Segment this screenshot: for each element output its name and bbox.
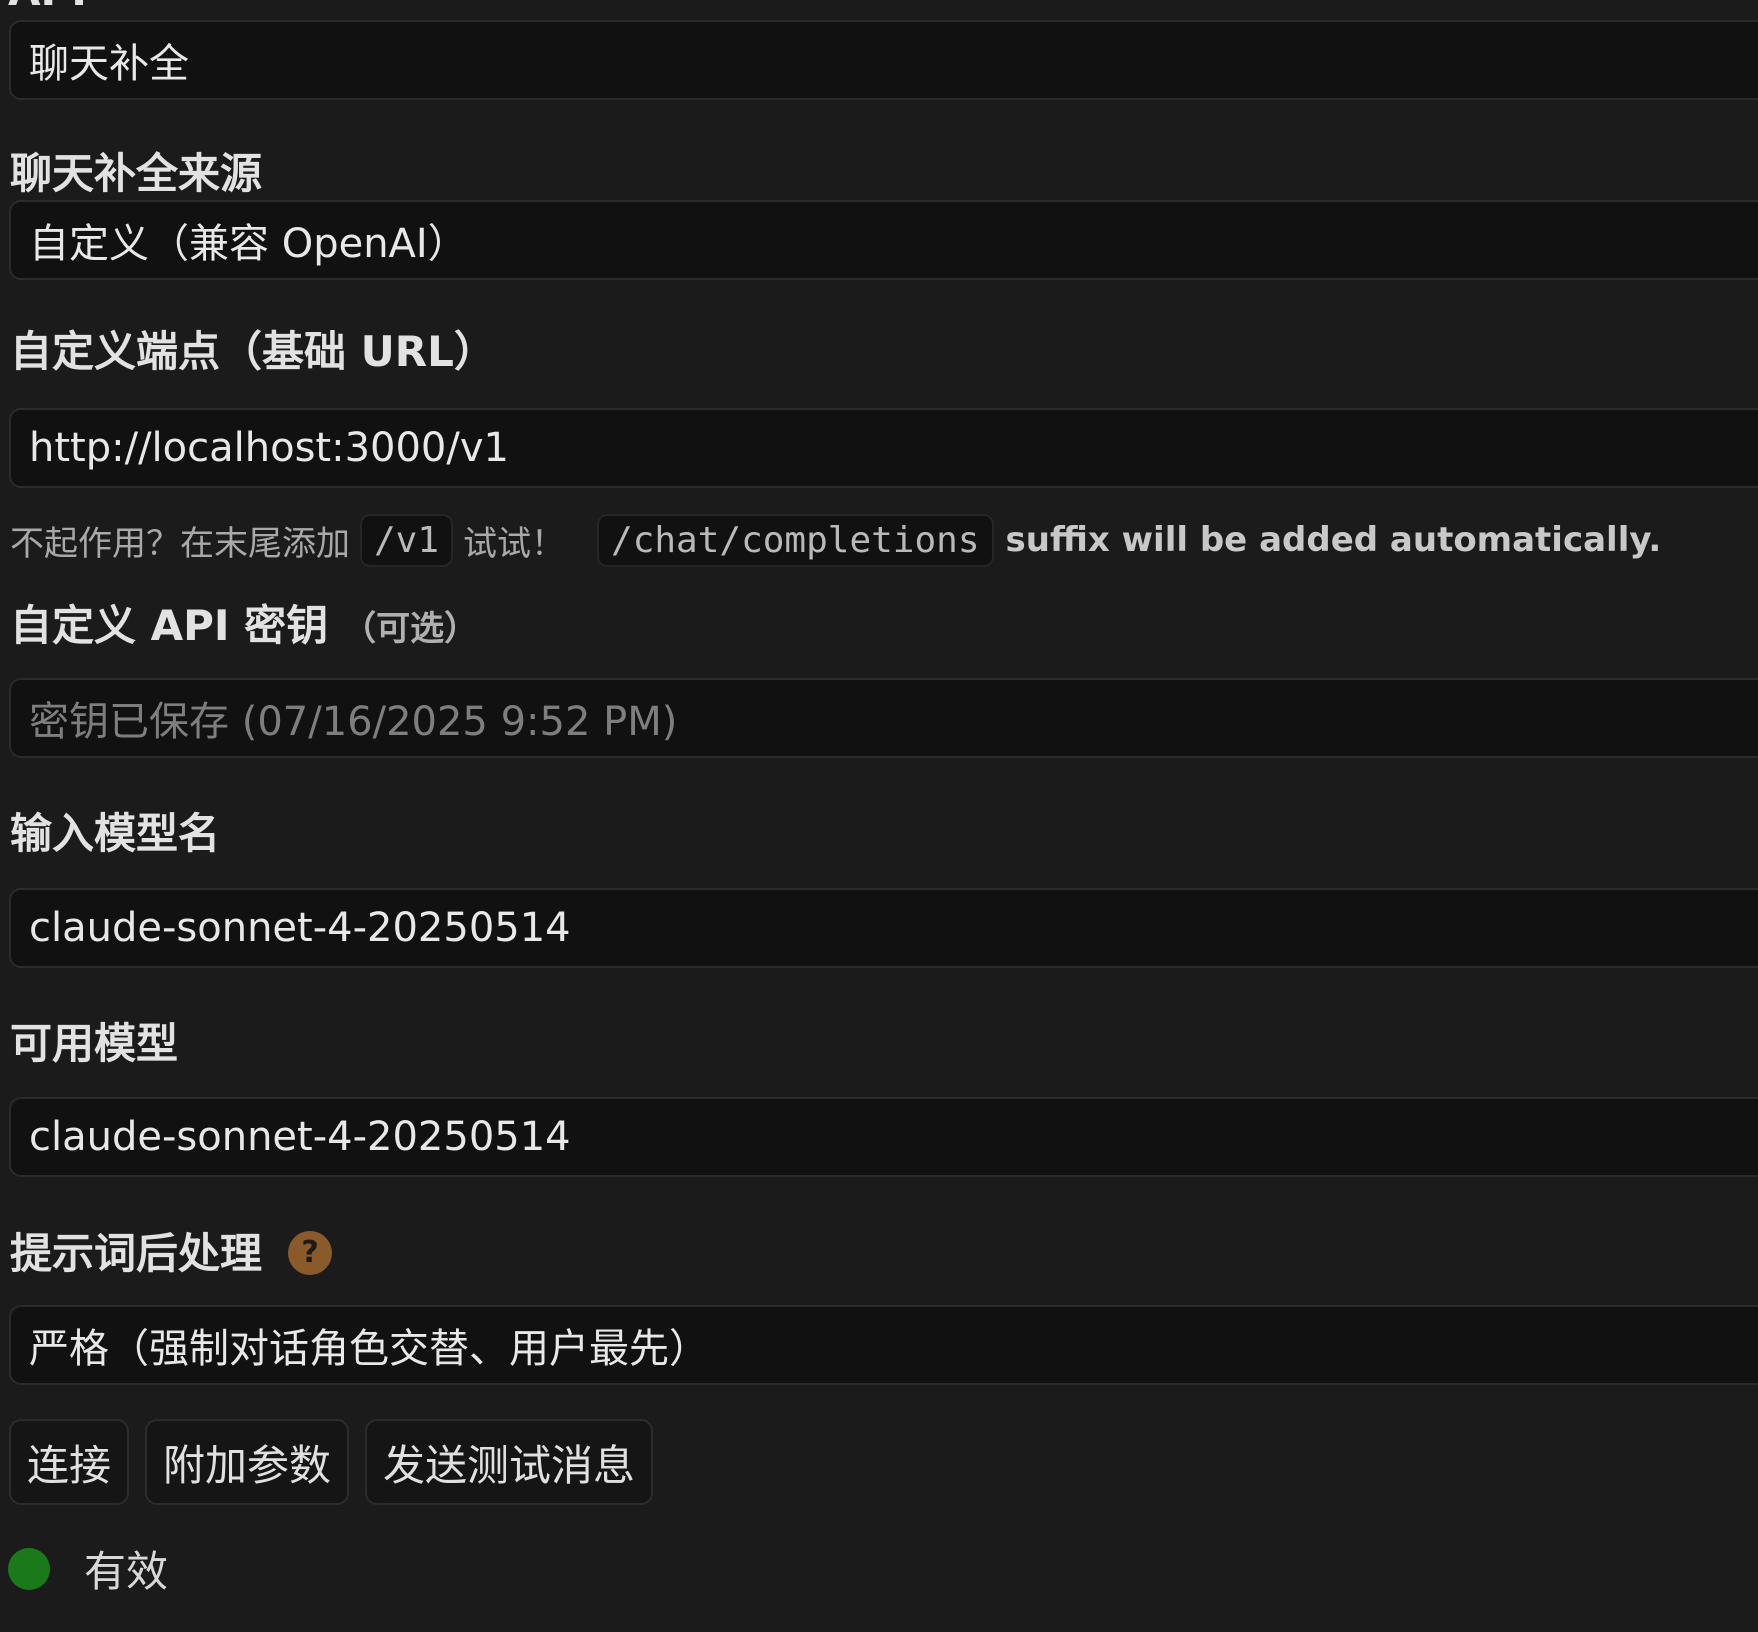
available-models-select[interactable]: claude-sonnet-4-20250514 [9,1097,1758,1177]
api-key-label-text: 自定义 API 密钥 [10,601,329,650]
send-test-message-button[interactable]: 发送测试消息 [365,1419,654,1505]
endpoint-label: 自定义端点（基础 URL） [10,327,496,376]
hint-text-2: 试试！ [463,523,566,564]
extra-params-button[interactable]: 附加参数 [145,1419,350,1505]
hint-text-1: 不起作用？在末尾添加 [10,523,350,564]
endpoint-input[interactable]: http://localhost:3000/v1 [9,408,1758,488]
hint-code-completions: /chat/completions [597,513,994,567]
postprocess-label-text: 提示词后处理 [10,1229,263,1278]
model-name-input[interactable]: claude-sonnet-4-20250514 [9,888,1758,968]
status-text: 有效 [84,1547,169,1596]
api-key-optional: （可选） [342,609,479,649]
hint-code-v1: /v1 [360,513,454,567]
status-dot-icon [8,1547,50,1590]
chat-source-label: 聊天补全来源 [10,149,263,198]
model-name-label: 输入模型名 [10,809,221,858]
action-buttons: 连接 附加参数 发送测试消息 [9,1419,654,1505]
endpoint-hint: 不起作用？在末尾添加 /v1 试试！ /chat/completions suf… [10,512,1661,568]
api-select[interactable]: 聊天补全 [9,20,1758,100]
api-label: API [8,0,87,15]
chat-source-select[interactable]: 自定义（兼容 OpenAI） [9,200,1758,280]
postprocess-select[interactable]: 严格（强制对话角色交替、用户最先） [9,1305,1758,1385]
api-key-input[interactable]: 密钥已保存 (07/16/2025 9:52 PM) [9,678,1758,758]
help-icon[interactable]: ? [288,1230,333,1275]
postprocess-label: 提示词后处理? [10,1220,333,1281]
api-connection-panel: API 聊天补全 聊天补全来源 自定义（兼容 OpenAI） 自定义端点（基础 … [0,0,1758,1632]
api-key-label: 自定义 API 密钥 （可选） [10,592,478,653]
connection-status: 有效 [8,1538,168,1599]
connect-button[interactable]: 连接 [9,1419,130,1505]
available-models-label: 可用模型 [10,1019,179,1068]
hint-text-3: suffix will be added automatically. [1005,520,1662,560]
